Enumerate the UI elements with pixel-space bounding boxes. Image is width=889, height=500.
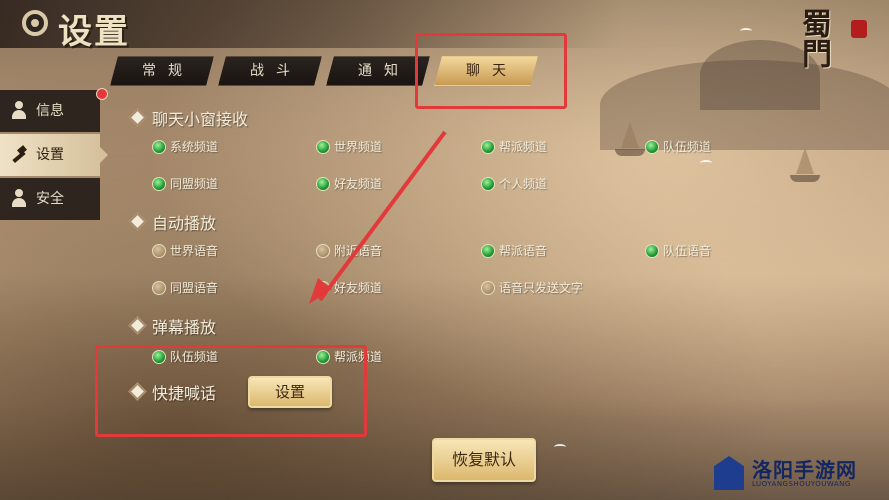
- pointer-arrow: [309, 130, 447, 304]
- watermark: 洛阳手游网 LUOYANGSHOUYOUWANG: [708, 452, 886, 496]
- bird-icon: [554, 444, 566, 450]
- arrow-shaft: [318, 130, 447, 302]
- watermark-title: 洛阳手游网: [752, 458, 857, 482]
- watermark-logo-icon: [714, 456, 744, 490]
- watermark-subtitle: LUOYANGSHOUYOUWANG: [752, 480, 851, 488]
- restore-default-button[interactable]: 恢复默认: [432, 438, 536, 482]
